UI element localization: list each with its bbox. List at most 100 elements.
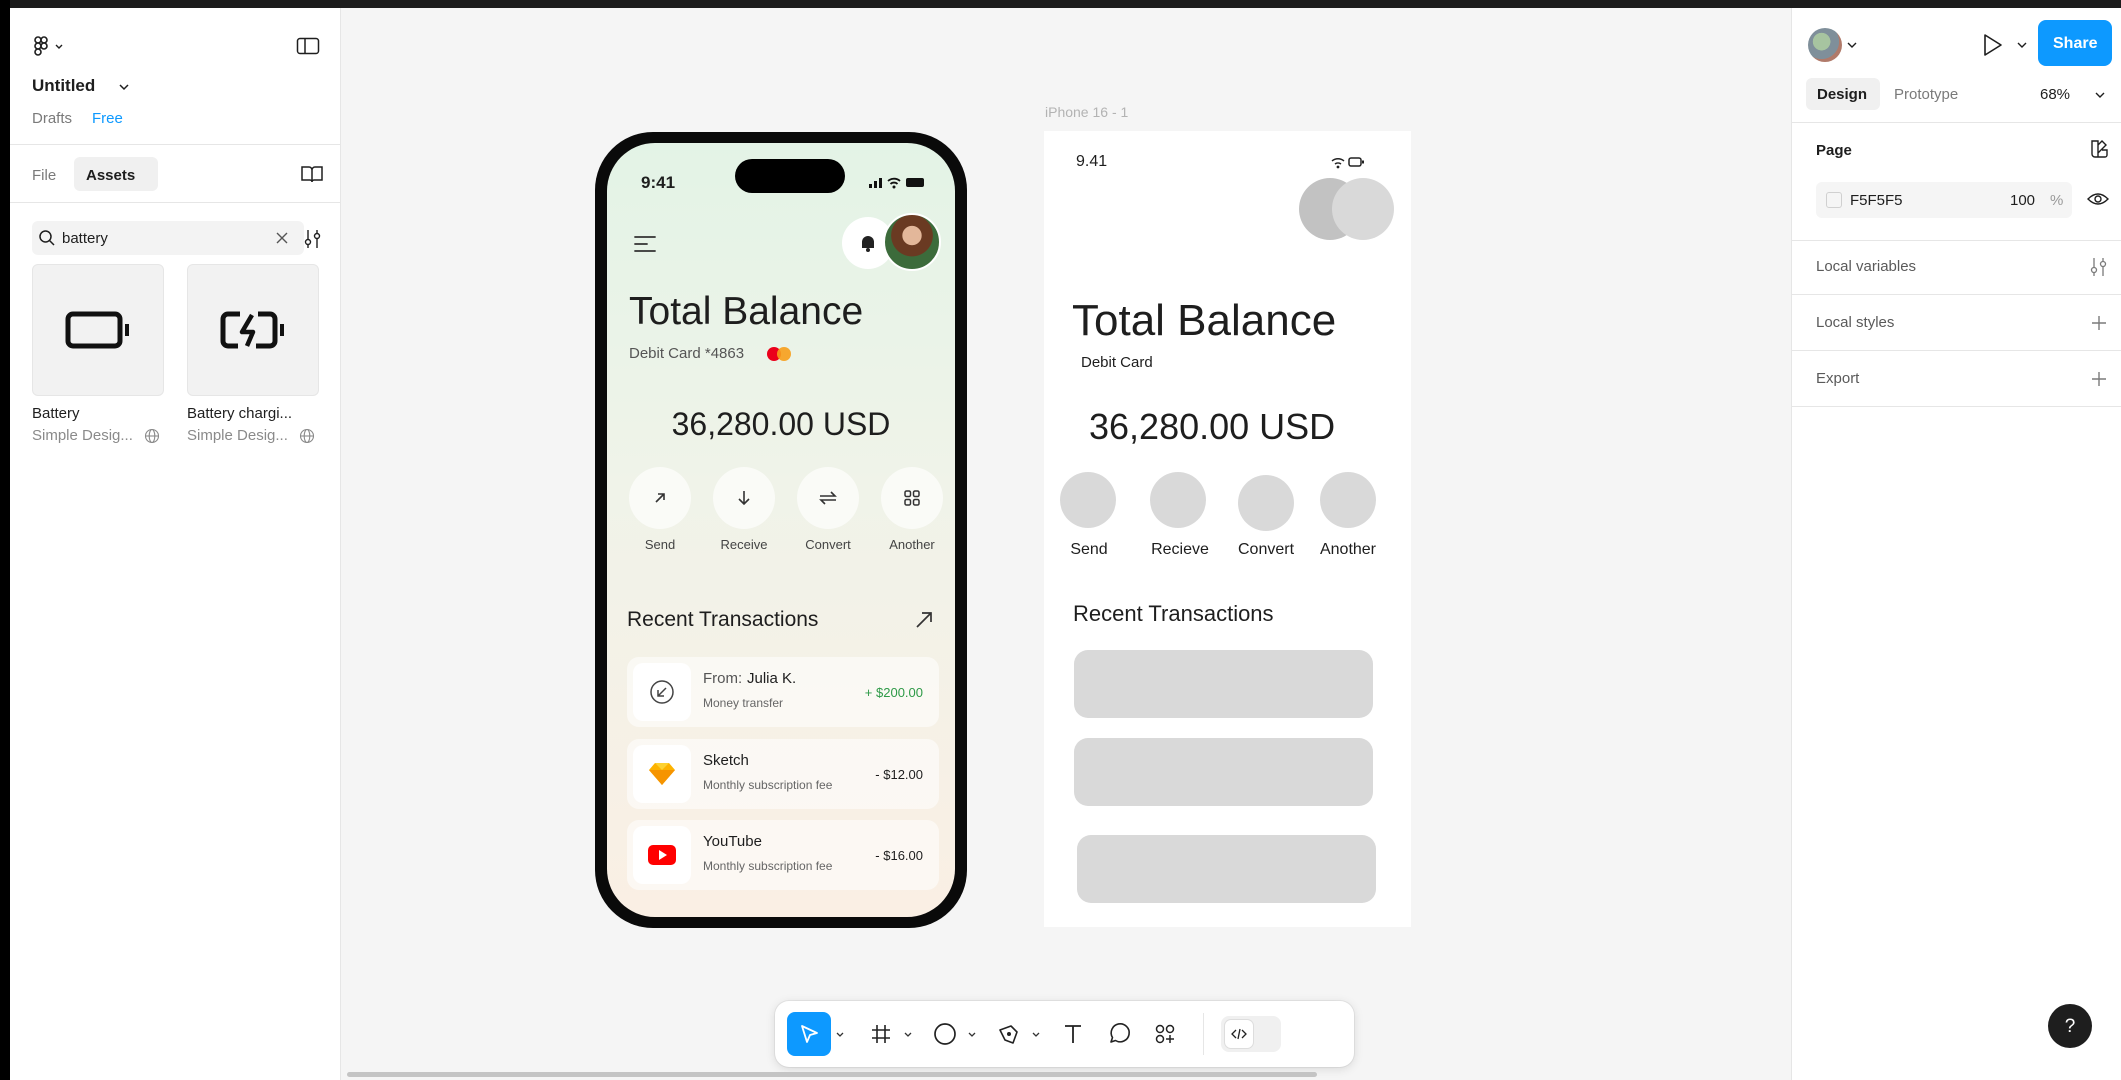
youtube-icon <box>633 826 691 884</box>
user-avatar[interactable] <box>1808 28 1842 62</box>
toggle-sidebar-icon[interactable] <box>296 36 320 56</box>
text-tool-button[interactable] <box>1053 1012 1093 1056</box>
transaction-row[interactable]: From: Julia K. Money transfer + $200.00 <box>627 657 939 727</box>
wire-action-circle <box>1238 475 1294 531</box>
export-label[interactable]: Export <box>1816 370 1859 387</box>
chevron-down-icon[interactable] <box>1031 1031 1041 1039</box>
phone-screen: 9:41 Total Balance Debit Card *4863 36,2… <box>607 143 955 917</box>
page-color-field[interactable]: F5F5F5 100 % <box>1816 182 2072 218</box>
transaction-title: Julia K. <box>747 670 797 687</box>
asset-thumbnail-battery[interactable] <box>32 264 164 396</box>
add-style-icon[interactable] <box>2090 314 2108 332</box>
tab-prototype[interactable]: Prototype <box>1894 86 1958 103</box>
transaction-subtitle: Monthly subscription fee <box>703 859 833 873</box>
search-input[interactable]: battery <box>62 230 108 247</box>
transaction-subtitle: Money transfer <box>703 696 784 710</box>
status-time: 9:41 <box>641 173 676 192</box>
chevron-down-icon[interactable] <box>118 82 130 92</box>
share-button[interactable]: Share <box>2038 20 2112 66</box>
library-swatch-icon[interactable] <box>2088 138 2110 160</box>
page-color-hex[interactable]: F5F5F5 <box>1850 192 1903 209</box>
send-button[interactable] <box>629 467 691 529</box>
zoom-level[interactable]: 68% <box>2040 86 2070 103</box>
comment-tool-button[interactable] <box>1099 1012 1139 1056</box>
wireframe-frame[interactable]: 9.41 Total Balance Debit Card 36,280.00 … <box>1044 131 1411 927</box>
chevron-down-icon[interactable] <box>2094 90 2106 100</box>
wire-action-label: Another <box>1319 541 1377 558</box>
text-icon <box>1065 1025 1081 1043</box>
transaction-row[interactable]: YouTube Monthly subscription fee - $16.0… <box>627 820 939 890</box>
tab-design[interactable]: Design <box>1806 78 1880 110</box>
dev-mode-toggle[interactable] <box>1221 1016 1281 1052</box>
actions-tool-button[interactable] <box>1145 1012 1185 1056</box>
wire-action-label: Send <box>1070 541 1108 558</box>
wire-action-circle <box>1150 472 1206 528</box>
transaction-title: Sketch <box>703 752 749 769</box>
transaction-subtitle: Monthly subscription fee <box>703 778 833 792</box>
comment-icon <box>1110 1023 1130 1043</box>
right-panel: Share Design Prototype 68% Page F5F5F5 1… <box>1791 8 2121 1080</box>
globe-icon <box>144 428 160 444</box>
search-field[interactable]: battery <box>32 221 304 255</box>
battery-icon <box>65 311 131 349</box>
file-title[interactable]: Untitled <box>32 76 95 96</box>
expand-arrow-icon[interactable] <box>913 609 935 631</box>
receive-button[interactable] <box>713 467 775 529</box>
frame-tool-button[interactable] <box>861 1012 901 1056</box>
frame-label[interactable]: iPhone 16 - 1 <box>1045 104 1128 120</box>
debit-card-label: Debit Card *4863 <box>629 345 745 362</box>
figma-app: Untitled Drafts Free File Assets battery <box>0 0 2121 1080</box>
balance-title: Total Balance <box>629 290 864 333</box>
canvas[interactable]: 9:41 Total Balance Debit Card *4863 36,2… <box>341 8 1791 1080</box>
drafts-link[interactable]: Drafts <box>32 110 72 127</box>
chevron-down-icon[interactable] <box>1846 40 1858 50</box>
tab-assets[interactable]: Assets <box>74 157 158 191</box>
wire-transaction-placeholder <box>1074 738 1373 806</box>
wire-action-circle <box>1060 472 1116 528</box>
chevron-down-icon[interactable] <box>2016 40 2028 50</box>
pen-tool-button[interactable] <box>989 1012 1029 1056</box>
page-color-swatch[interactable] <box>1826 192 1842 208</box>
wire-balance: 36,280.00 USD <box>1089 406 1336 447</box>
chevron-down-icon[interactable] <box>835 1031 845 1039</box>
action-label-convert: Convert <box>805 537 851 552</box>
status-icons <box>869 175 927 189</box>
globe-icon <box>299 428 315 444</box>
plan-badge: Free <box>92 110 123 127</box>
eye-icon[interactable] <box>2086 190 2110 208</box>
wire-action-label: Recieve <box>1151 541 1209 558</box>
local-variables-label[interactable]: Local variables <box>1816 258 1916 275</box>
wire-avatar-placeholder <box>1332 178 1394 240</box>
move-tool-button[interactable] <box>787 1012 831 1056</box>
filter-icon[interactable] <box>302 228 324 250</box>
transaction-prefix: From: <box>703 670 743 687</box>
present-play-icon[interactable] <box>1980 32 2004 58</box>
wire-transaction-placeholder <box>1077 835 1376 903</box>
ellipse-icon <box>934 1023 956 1045</box>
horizontal-scrollbar[interactable] <box>347 1072 1317 1077</box>
variables-icon[interactable] <box>2088 256 2110 278</box>
convert-icon <box>819 491 837 505</box>
divider <box>10 202 340 203</box>
phone-mockup[interactable]: 9:41 Total Balance Debit Card *4863 36,2… <box>595 132 967 928</box>
shape-tool-button[interactable] <box>925 1012 965 1056</box>
another-button[interactable] <box>881 467 943 529</box>
arrow-down-icon <box>738 491 750 506</box>
main-menu-button[interactable] <box>32 34 72 58</box>
chevron-down-icon[interactable] <box>903 1031 913 1039</box>
avatar[interactable] <box>883 213 941 271</box>
chevron-down-icon[interactable] <box>967 1031 977 1039</box>
local-styles-label[interactable]: Local styles <box>1816 314 1894 331</box>
convert-button[interactable] <box>797 467 859 529</box>
transaction-row[interactable]: Sketch Monthly subscription fee - $12.00 <box>627 739 939 809</box>
menu-icon[interactable] <box>633 234 659 254</box>
transaction-amount: - $16.00 <box>875 848 923 863</box>
page-opacity[interactable]: 100 <box>2010 192 2035 209</box>
asset-thumbnail-battery-charging[interactable] <box>187 264 319 396</box>
help-button[interactable]: ? <box>2048 1004 2092 1048</box>
add-export-icon[interactable] <box>2090 370 2108 388</box>
library-icon[interactable] <box>300 163 324 185</box>
clear-search-icon[interactable] <box>274 230 290 246</box>
frame-icon <box>872 1025 890 1043</box>
tab-file[interactable]: File <box>32 167 56 184</box>
